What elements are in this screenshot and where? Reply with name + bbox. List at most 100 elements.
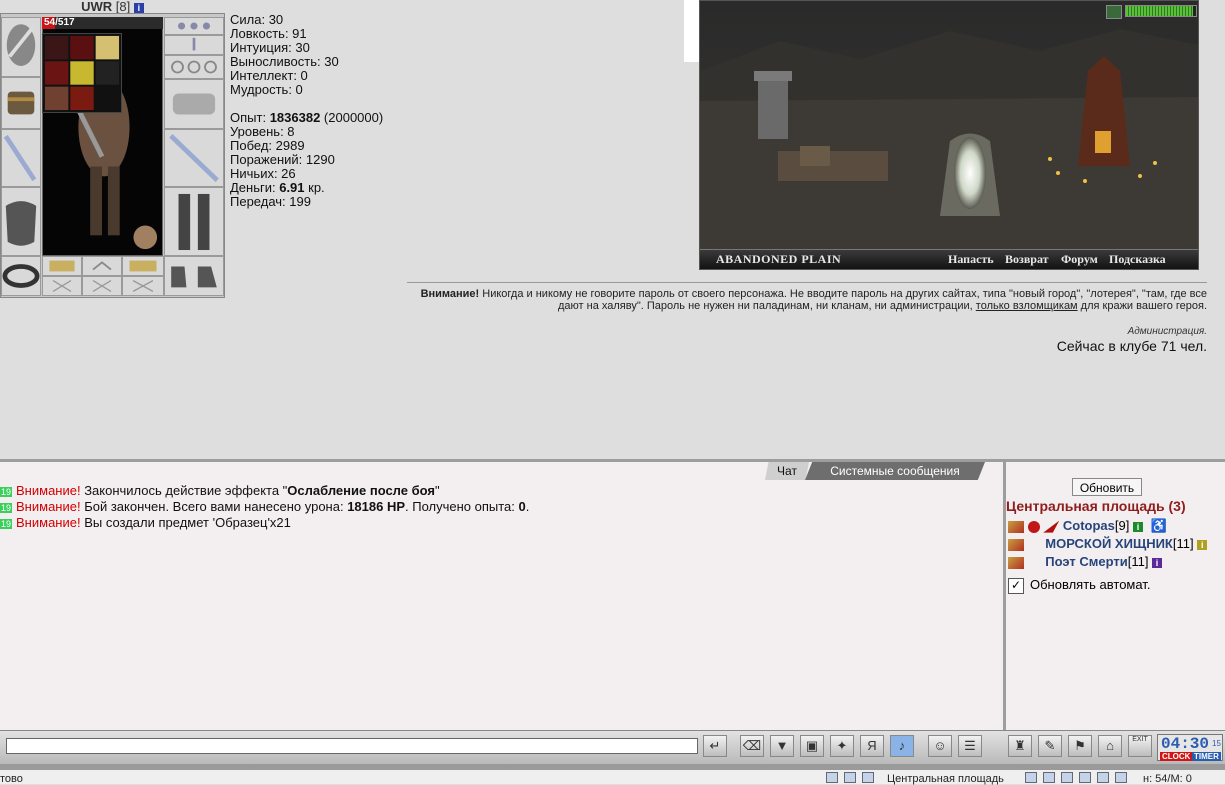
info-icon[interactable]: i [133,2,144,13]
stat-level: Уровень: 8 [230,124,295,139]
alignment-icon[interactable] [1043,520,1060,533]
game-clock[interactable]: 04:30 15 CLOCK TIMER [1157,734,1223,761]
status-icon[interactable] [1025,772,1037,783]
message-time: 19 [0,519,13,529]
status-icon[interactable] [1115,772,1127,783]
private-message-icon[interactable] [1008,538,1024,551]
earrings-slot[interactable] [164,17,224,35]
status-icon[interactable] [1061,772,1073,783]
weapon-slot-left[interactable] [1,129,41,187]
empty-slot-2[interactable] [82,276,122,296]
attack-button[interactable]: Напасть [948,252,994,267]
user-name[interactable]: Cotopas [1063,518,1115,533]
status-icon[interactable] [844,772,856,783]
clock-label: CLOCK [1160,752,1193,761]
tab-chat[interactable]: Чат [765,462,809,480]
status-hp: н: 54/М: 0 [1143,773,1192,785]
status-icon[interactable] [1043,772,1055,783]
chat-log[interactable]: 19 Внимание! Закончилось действие эффекта… [0,462,1003,730]
chat-message: 19 Внимание! Вы создали предмет 'Образец'… [0,515,291,530]
stat-agility: Ловкость: 91 [230,26,307,41]
helmet-slot[interactable] [1,17,41,77]
stat-intuition: Интуиция: 30 [230,40,310,55]
location-view[interactable]: ABANDONED PLAIN Напасть Возврат Форум По… [699,0,1199,270]
user-row: Cotopas[9] i ♿ [1008,518,1167,534]
fight-icon[interactable]: ✦ [830,735,854,757]
belt-slot[interactable] [1,256,41,296]
status-icon[interactable] [1097,772,1109,783]
status-icon[interactable] [826,772,838,783]
clock-seconds: 15 [1212,739,1221,748]
info-icon[interactable]: i [1132,521,1143,532]
scroll-slot-2[interactable] [82,256,122,276]
clock-time: 04:30 [1161,735,1210,753]
chat-message: 19 Внимание! Закончилось действие эффекта… [0,483,440,498]
chat-message: 19 Внимание! Бой закончен. Всего вами нан… [0,499,530,514]
save-icon[interactable]: ▣ [800,735,824,757]
exit-icon[interactable]: EXIT [1128,735,1152,757]
character-name[interactable]: UWR [81,0,112,14]
map-toggle-icon[interactable] [1106,5,1122,19]
status-bar: тово Центральная площадь н: 54/М: 0 [0,770,1225,785]
scroll-slot-1[interactable] [42,256,82,276]
empty-slot-1[interactable] [42,276,82,296]
user-row: Поэт Смерти[11] i [1008,554,1163,569]
hackers-link[interactable]: только взломщикам [976,300,1078,312]
sound-icon[interactable]: ♪ [890,735,914,757]
clan-icon[interactable] [1027,520,1040,533]
stat-transfers: Передач: 199 [230,194,311,209]
clan-icon[interactable]: ⚑ [1068,735,1092,757]
inventory-grid[interactable] [42,33,122,113]
gloves-slot[interactable] [164,79,224,129]
minimap-health-indicator [1125,5,1197,17]
private-message-icon[interactable] [1008,520,1024,533]
private-message-icon[interactable] [1008,556,1024,569]
users-icon[interactable]: ☰ [958,735,982,757]
bracers-slot[interactable] [1,77,41,129]
refresh-button[interactable]: Обновить [1072,478,1142,496]
status-location: Центральная площадь [887,773,1004,785]
tab-system-messages[interactable]: Системные сообщения [805,462,985,480]
character-equipment-panel: 54/517 [0,13,225,298]
armor-slot[interactable] [1,187,41,256]
divider [407,282,1207,283]
empty-slot-3[interactable] [122,276,164,296]
info-icon[interactable]: i [1152,557,1163,568]
stat-endurance: Выносливость: 30 [230,54,339,69]
filter-icon[interactable]: ▼ [770,735,794,757]
rings-slot[interactable] [164,55,224,79]
clear-icon[interactable]: ⌫ [740,735,764,757]
message-time: 19 [0,487,13,497]
weapon-slot-right[interactable] [164,129,224,187]
timer-label: TIMER [1192,752,1221,761]
amulet-slot[interactable] [164,35,224,55]
auto-refresh-checkbox[interactable]: ✓ [1008,577,1024,594]
return-button[interactable]: Возврат [1005,252,1049,267]
user-name[interactable]: Поэт Смерти [1045,554,1127,569]
user-level: [11] [1127,554,1149,569]
inventory-icon[interactable]: ♜ [1008,735,1032,757]
forum-button[interactable]: Форум [1061,252,1098,267]
character-stats: Сила: 30 Ловкость: 91 Интуиция: 30 Вынос… [230,13,415,209]
leggings-slot[interactable] [164,187,224,256]
boots-slot[interactable] [164,256,224,296]
hint-button[interactable]: Подсказка [1109,252,1166,267]
info-icon[interactable]: i [1197,539,1208,550]
send-icon[interactable]: ↵ [703,735,727,757]
scroll-slot-3[interactable] [122,256,164,276]
status-icon[interactable] [1079,772,1091,783]
security-warning: Внимание! Никогда и никому не говорите п… [420,288,1207,312]
stat-intellect: Интеллект: 0 [230,68,308,83]
stat-losses: Поражений: 1290 [230,152,335,167]
status-icon[interactable] [862,772,874,783]
user-name[interactable]: МОРСКОЙ ХИЩНИК [1045,536,1173,551]
quests-icon[interactable]: ✎ [1038,735,1062,757]
character-header: UWR [8] i [0,0,225,13]
chat-input[interactable] [6,738,698,754]
smiley-icon[interactable]: ☺ [928,735,952,757]
location-bar: ABANDONED PLAIN Напасть Возврат Форум По… [700,249,1198,269]
shop-icon[interactable]: ⌂ [1098,735,1122,757]
auto-refresh-row: ✓ Обновлять автомат. [1008,577,1150,594]
translit-icon[interactable]: Я [860,735,884,757]
stat-experience: Опыт: 1836382 (2000000) [230,110,384,125]
